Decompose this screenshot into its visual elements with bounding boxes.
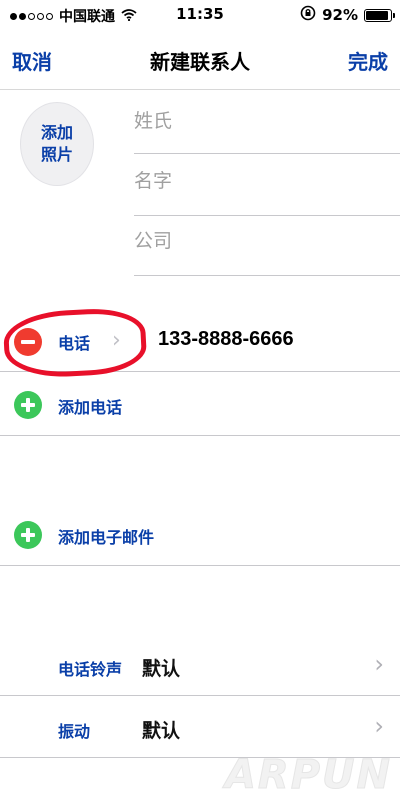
watermark: ARPUN xyxy=(224,752,392,799)
company-field-container xyxy=(134,216,400,276)
status-bar: 中国联通 11:35 92% xyxy=(0,0,400,28)
add-photo-label-line2: 照片 xyxy=(40,145,73,164)
first-name-field[interactable] xyxy=(134,170,400,192)
battery-percent: 92% xyxy=(322,6,358,24)
last-name-field[interactable] xyxy=(134,110,400,132)
vibration-label: 振动 xyxy=(58,722,91,741)
vibration-row[interactable]: 振动 默认 › xyxy=(0,696,400,758)
add-email-label: 添加电子邮件 xyxy=(58,528,155,547)
last-name-field-container xyxy=(134,92,400,154)
add-phone-button[interactable]: 添加电话 xyxy=(0,374,400,436)
orientation-lock-icon xyxy=(300,5,316,25)
phone-number-field[interactable]: 133-8888-6666 xyxy=(158,328,294,351)
battery-icon xyxy=(364,8,395,22)
add-photo-button[interactable]: 添加 照片 xyxy=(20,102,94,186)
vibration-value: 默认 xyxy=(142,720,181,742)
battery-fill xyxy=(366,10,389,20)
company-field[interactable] xyxy=(134,230,400,252)
status-right: 92% xyxy=(300,5,395,25)
red-highlight-circle xyxy=(2,306,148,380)
phone-row: 电话 › 133-8888-6666 xyxy=(0,306,400,380)
add-photo-label-line1: 添加 xyxy=(40,123,73,142)
done-button[interactable]: 完成 xyxy=(348,46,388,75)
chevron-right-icon: › xyxy=(374,650,384,678)
chevron-right-icon: › xyxy=(374,712,384,740)
add-email-button[interactable]: 添加电子邮件 xyxy=(0,504,400,566)
ringtone-value: 默认 xyxy=(142,658,181,680)
plus-icon xyxy=(14,521,42,549)
first-name-field-container xyxy=(134,154,400,216)
plus-icon xyxy=(14,391,42,419)
ringtone-label: 电话铃声 xyxy=(58,660,123,679)
navigation-bar: 取消 新建联系人 完成 xyxy=(0,28,400,90)
ringtone-row[interactable]: 电话铃声 默认 › xyxy=(0,634,400,696)
page-title: 新建联系人 xyxy=(150,50,250,74)
add-phone-label: 添加电话 xyxy=(58,398,123,417)
